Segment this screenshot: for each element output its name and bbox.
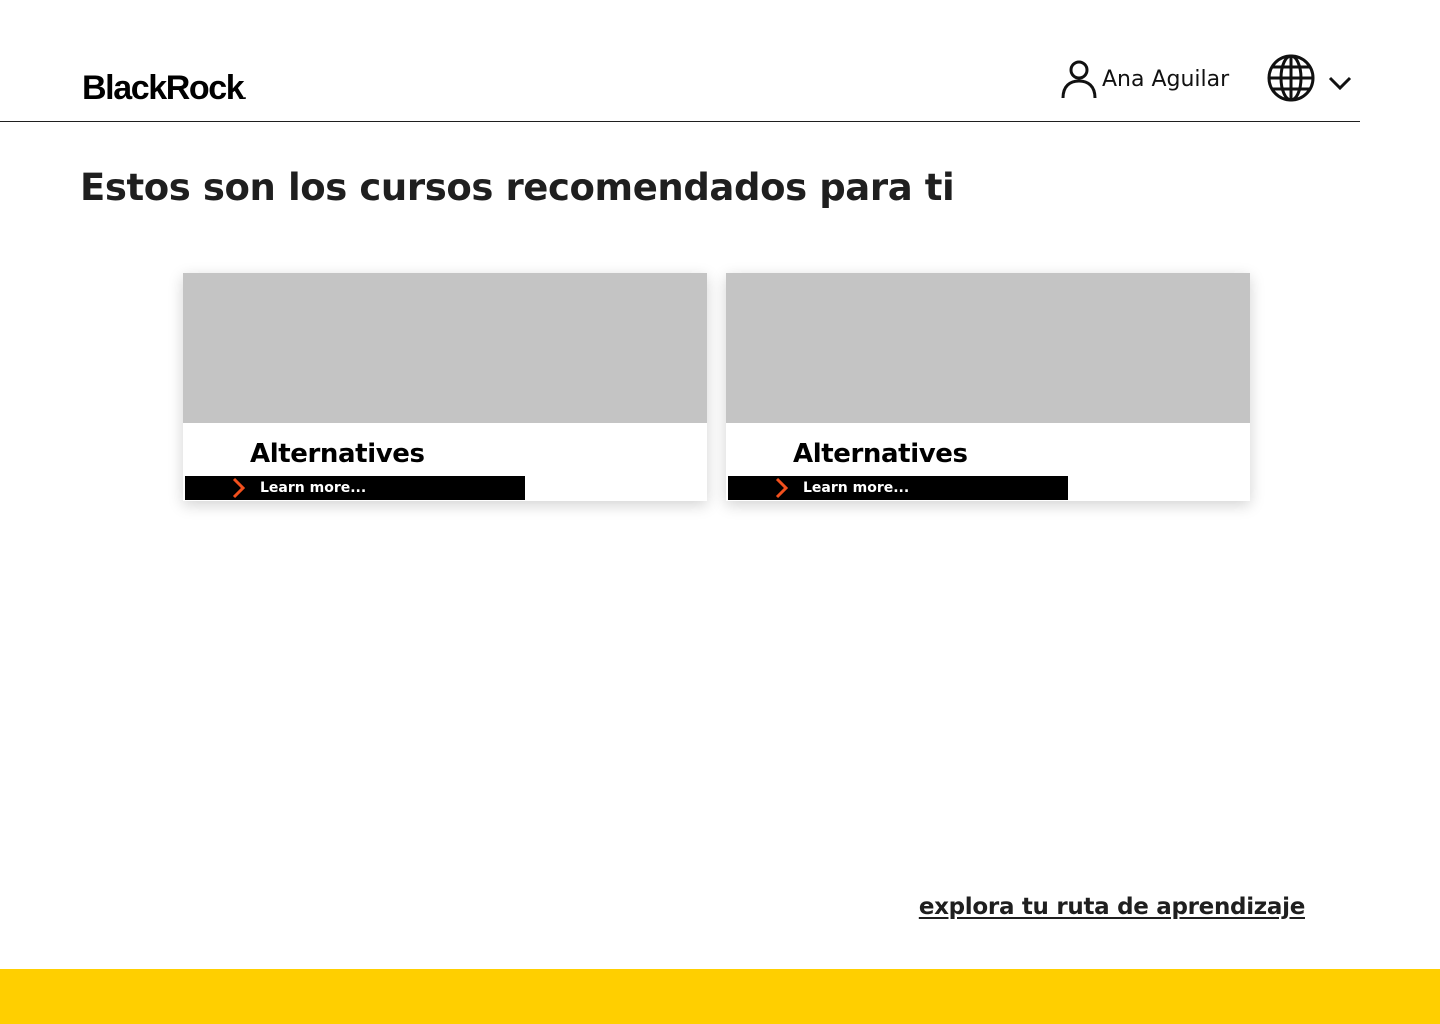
learn-more-button[interactable]: Learn more... (728, 476, 1068, 500)
user-icon (1060, 58, 1098, 100)
course-image-placeholder (726, 273, 1250, 423)
blackrock-logo[interactable]: BlackRock. (82, 68, 247, 115)
learn-more-label: Learn more... (803, 480, 910, 496)
logo-text: BlackRock (82, 69, 245, 107)
user-name: Ana Aguilar (1102, 66, 1230, 92)
learn-more-button[interactable]: Learn more... (185, 476, 525, 500)
chevron-right-icon (774, 477, 790, 499)
course-card[interactable]: Alternatives Learn more... (183, 273, 707, 501)
page-title: Estos son los cursos recomendados para t… (80, 166, 955, 209)
course-card[interactable]: Alternatives Learn more... (726, 273, 1250, 501)
course-title: Alternatives (250, 439, 425, 469)
chevron-down-icon (1328, 76, 1352, 90)
course-title: Alternatives (793, 439, 968, 469)
footer-bar (0, 969, 1440, 1024)
user-menu[interactable]: Ana Aguilar (1060, 56, 1229, 102)
globe-icon (1266, 53, 1316, 103)
site-header: BlackRock. Ana Aguilar (0, 0, 1360, 122)
logo-dot: . (243, 88, 247, 102)
chevron-right-icon (231, 477, 247, 499)
explore-learning-path-link[interactable]: explora tu ruta de aprendizaje (919, 894, 1305, 920)
language-selector[interactable] (1266, 53, 1352, 103)
learn-more-label: Learn more... (260, 480, 367, 496)
course-image-placeholder (183, 273, 707, 423)
